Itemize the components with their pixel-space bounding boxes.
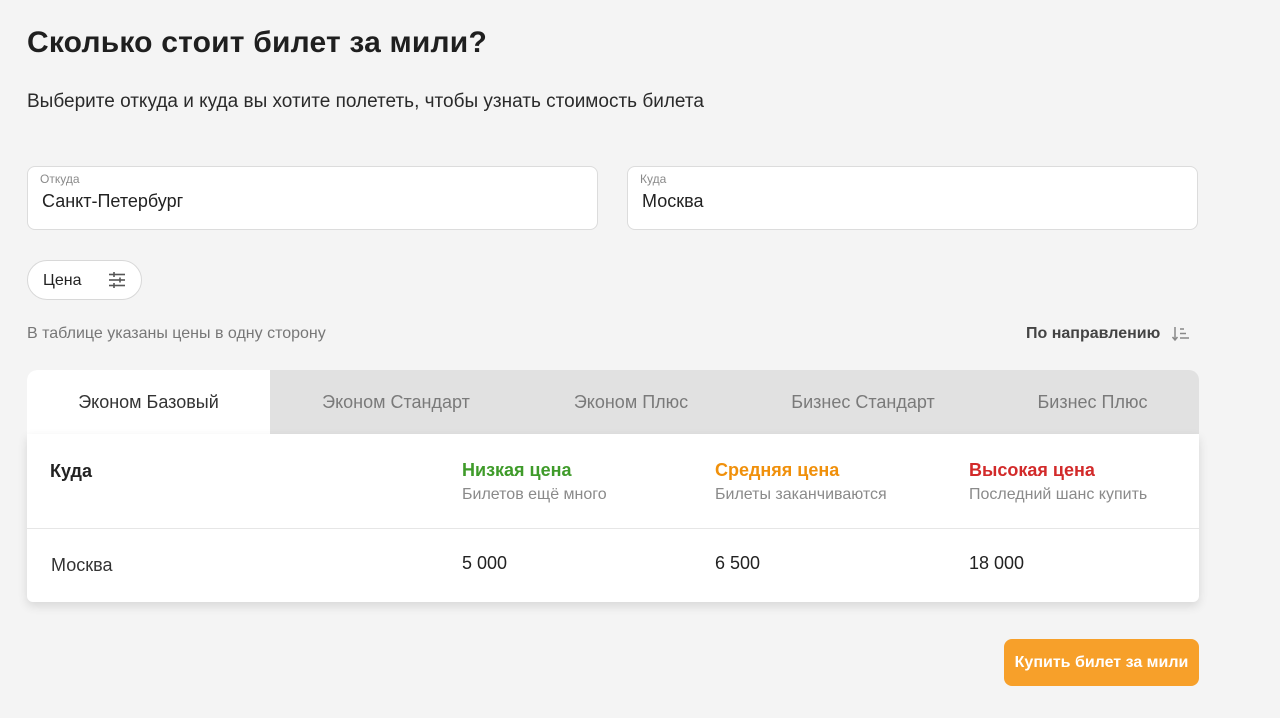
tab-economy-standard[interactable]: Эконом Стандарт [270,370,522,434]
mid-price-subtitle: Билеты заканчиваются [715,486,887,503]
fare-tabs: Эконом Базовый Эконом Стандарт Эконом Пл… [27,370,1199,434]
sort-label: По направлению [1026,325,1161,342]
high-price-header: Высокая цена Последний шанс купить [969,460,1147,504]
buy-ticket-button[interactable]: Купить билет за мили [1004,639,1199,686]
price-note: В таблице указаны цены в одну сторону [27,325,326,342]
price-table: Куда Низкая цена Билетов ещё много Средн… [27,434,1199,602]
price-filter-label: Цена [43,272,82,289]
mid-price-header: Средняя цена Билеты заканчиваются [715,460,887,504]
low-price-subtitle: Билетов ещё много [462,486,607,503]
row-destination: Москва [51,555,113,575]
page-title: Сколько стоит билет за мили? [27,26,487,59]
page: Сколько стоит билет за мили? Выберите от… [0,0,1280,718]
from-input[interactable] [42,191,562,212]
tab-business-plus[interactable]: Бизнес Плюс [986,370,1199,434]
row-high-price: 18 000 [969,553,1025,573]
sliders-icon [109,272,125,288]
from-field[interactable]: Откуда [27,166,598,230]
to-input[interactable] [642,191,1162,212]
mid-price-title: Средняя цена [715,460,840,480]
high-price-subtitle: Последний шанс купить [969,486,1148,503]
tab-business-standard[interactable]: Бизнес Стандарт [740,370,986,434]
high-price-title: Высокая цена [969,460,1095,480]
destination-header: Куда [50,461,92,481]
page-subtitle: Выберите откуда и куда вы хотите полетет… [27,91,704,112]
tab-economy-plus[interactable]: Эконом Плюс [522,370,740,434]
low-price-header: Низкая цена Билетов ещё много [462,460,607,504]
price-filter-button[interactable]: Цена [27,260,142,300]
sort-button[interactable]: По направлению [1026,325,1190,343]
row-low-price: 5 000 [462,553,508,573]
tab-economy-basic[interactable]: Эконом Базовый [27,370,270,434]
table-divider [27,528,1199,529]
to-field-label: Куда [640,172,667,186]
from-field-label: Откуда [40,172,80,186]
to-field[interactable]: Куда [627,166,1198,230]
sort-icon [1172,327,1190,342]
row-mid-price: 6 500 [715,553,761,573]
low-price-title: Низкая цена [462,460,572,480]
